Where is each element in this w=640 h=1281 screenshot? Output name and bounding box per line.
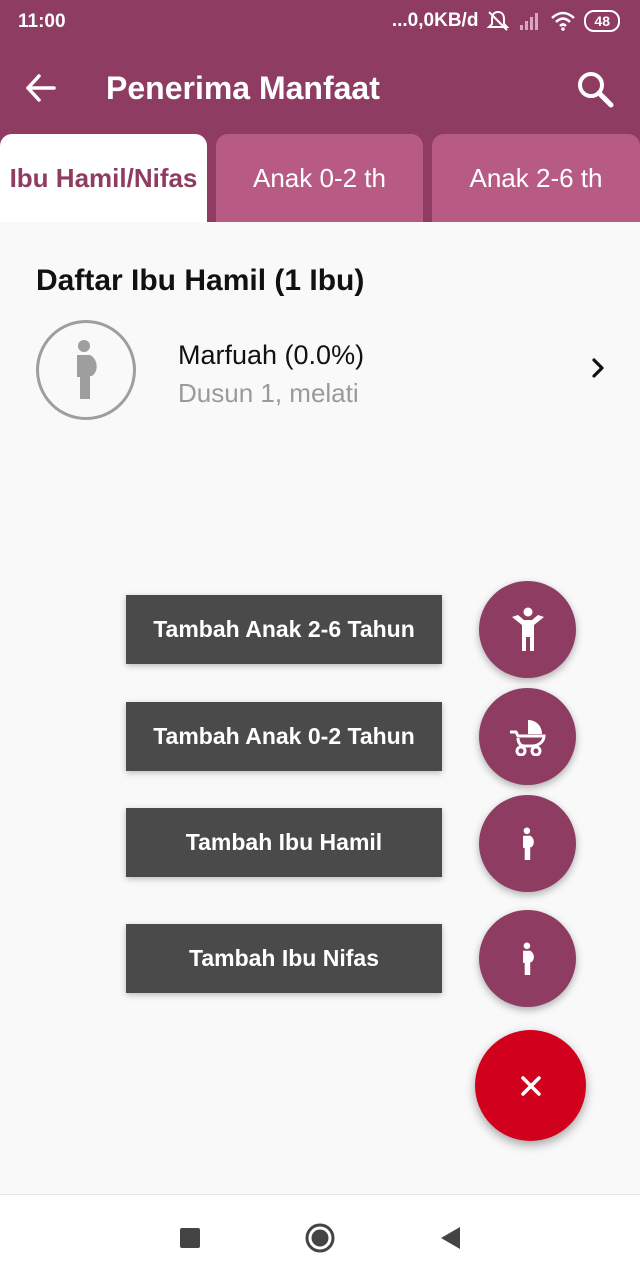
status-time: 11:00 xyxy=(18,11,66,32)
recents-icon[interactable] xyxy=(175,1223,205,1253)
tab-bar: Ibu Hamil/Nifas Anak 0-2 th Anak 2-6 th xyxy=(0,134,640,222)
status-bar: 11:00 ...0,0KB/d 48 xyxy=(0,0,640,44)
list-item[interactable]: Marfuah (0.0%) Dusun 1, melati xyxy=(0,314,640,434)
item-address: Dusun 1, melati xyxy=(178,378,359,408)
add-pregnant-label[interactable]: Tambah Ibu Hamil xyxy=(126,808,442,877)
close-icon xyxy=(520,1075,541,1096)
tab-anak-0-2[interactable]: Anak 0-2 th xyxy=(216,134,423,222)
home-icon[interactable] xyxy=(304,1222,336,1254)
pregnant-woman-icon xyxy=(522,827,534,860)
tab-anak-2-6[interactable]: Anak 2-6 th xyxy=(432,134,640,222)
search-icon[interactable] xyxy=(574,68,616,110)
pregnant-woman-icon xyxy=(522,942,534,975)
wifi-icon xyxy=(551,11,576,31)
close-speed-dial-button[interactable] xyxy=(475,1030,586,1141)
app-bar: Penerima Manfaat xyxy=(0,44,640,134)
arrow-left-icon[interactable] xyxy=(22,70,58,106)
battery-icon: 48 xyxy=(584,10,620,32)
system-nav-bar xyxy=(0,1194,640,1281)
add-postpartum-button[interactable] xyxy=(479,910,576,1007)
list-title: Daftar Ibu Hamil (1 Ibu) xyxy=(36,264,365,297)
network-speed: ...0,0KB/d xyxy=(391,10,479,31)
chevron-right-icon xyxy=(592,358,604,378)
item-name: Marfuah (0.0%) xyxy=(178,340,365,370)
add-child-2-6-label[interactable]: Tambah Anak 2-6 Tahun xyxy=(126,595,442,664)
add-postpartum-label[interactable]: Tambah Ibu Nifas xyxy=(126,924,442,993)
add-pregnant-button[interactable] xyxy=(479,795,576,892)
page-title: Penerima Manfaat xyxy=(106,70,380,106)
tab-ibu-hamil-nifas[interactable]: Ibu Hamil/Nifas xyxy=(0,134,207,222)
add-child-0-2-label[interactable]: Tambah Anak 0-2 Tahun xyxy=(126,702,442,771)
back-icon[interactable] xyxy=(437,1223,467,1253)
avatar xyxy=(36,320,136,420)
add-child-2-6-button[interactable] xyxy=(479,581,576,678)
pregnant-woman-icon xyxy=(77,340,97,399)
mute-icon xyxy=(487,10,510,31)
stroller-icon xyxy=(509,719,546,756)
signal-icon xyxy=(520,13,539,30)
add-child-0-2-button[interactable] xyxy=(479,688,576,785)
child-icon xyxy=(511,607,544,651)
status-right: ...0,0KB/d 48 xyxy=(392,10,620,32)
